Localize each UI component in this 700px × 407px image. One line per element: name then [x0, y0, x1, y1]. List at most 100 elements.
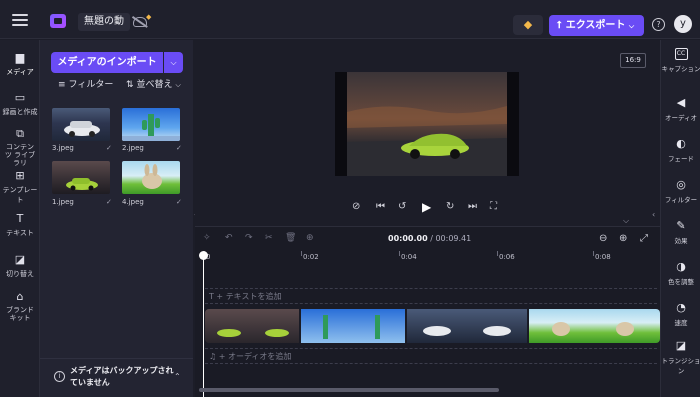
- timecode: 00:00.00 / 00:09.41: [388, 234, 472, 243]
- magic-icon[interactable]: ✧: [203, 233, 211, 243]
- panel-item-captions[interactable]: CC キャプション: [661, 48, 700, 73]
- sidebar-item-record[interactable]: ▭ 録画と作成: [0, 92, 40, 117]
- ruler-tick: [593, 251, 594, 256]
- panel-item-filters[interactable]: ◎ フィルター: [661, 179, 700, 205]
- media-thumbnail-3[interactable]: [52, 108, 110, 141]
- clip-1[interactable]: [205, 309, 301, 343]
- sidebar-item-media[interactable]: ▆ メディア: [0, 52, 40, 77]
- sort-button[interactable]: ⇅ 並べ替え ⌵: [126, 80, 186, 91]
- backup-warning[interactable]: i メディアはバックアップされていません ⌃: [40, 358, 193, 397]
- sidebar-item-templates[interactable]: ⊞ テンプレート: [0, 170, 40, 205]
- premium-gem-button[interactable]: ◆: [513, 15, 543, 35]
- color-adjust-icon: ◑: [676, 260, 686, 273]
- video-preview[interactable]: [335, 72, 519, 176]
- media-filename: 2.jpeg: [122, 144, 144, 152]
- video-camera-icon: ▭: [14, 91, 26, 104]
- clip-4[interactable]: [529, 309, 660, 343]
- media-thumbnail-2[interactable]: [122, 108, 180, 141]
- text-track[interactable]: T + テキストを追加: [205, 288, 657, 304]
- timeline-scrollbar[interactable]: [199, 388, 499, 392]
- library-icon: ⧉: [16, 127, 24, 140]
- media-thumbnail-4[interactable]: [122, 161, 180, 194]
- panel-item-label: オーディオ: [664, 114, 698, 122]
- playhead-handle[interactable]: [199, 251, 208, 260]
- export-label: エクスポート: [565, 20, 626, 31]
- zoom-out-icon[interactable]: ⊖: [599, 233, 607, 244]
- upload-icon: ⭡: [557, 20, 562, 31]
- zoom-in-icon[interactable]: ⊕: [619, 233, 627, 244]
- chevron-down-icon: ⌵: [175, 81, 181, 89]
- panel-item-transition[interactable]: ◪ トランジション: [661, 340, 700, 376]
- media-filename: 1.jpeg: [52, 198, 74, 206]
- hamburger-menu-icon[interactable]: [12, 14, 28, 26]
- filter-label: フィルター: [68, 80, 114, 90]
- clip-3[interactable]: [407, 309, 529, 343]
- undo-icon[interactable]: ↶: [225, 233, 233, 243]
- forward-5-icon[interactable]: ↻: [446, 200, 454, 214]
- sidebar-item-brand-kit[interactable]: ⌂ ブランド キット: [0, 291, 40, 323]
- sidebar-item-text[interactable]: T テキスト: [0, 213, 40, 238]
- export-button[interactable]: ⭡ エクスポート ⌵: [549, 15, 644, 36]
- chevron-up-icon[interactable]: ⌃: [174, 372, 181, 381]
- redo-icon[interactable]: ↷: [245, 233, 253, 243]
- scissors-icon[interactable]: ✂: [265, 233, 273, 243]
- audio-track[interactable]: ♫ + オーディオを追加: [205, 348, 657, 364]
- time-ruler[interactable]: 0 0:02 0:04 0:06 0:08: [195, 251, 660, 265]
- checkmark-icon: ✓: [176, 198, 182, 206]
- sidebar-item-content-library[interactable]: ⧉ コンテンツ ライブラリ: [0, 127, 40, 168]
- timeline-toolbar: ✧ ↶ ↷ ✂ 🗑︎ ⊕ 00:00.00 / 00:09.41 ⊖ ⊕ ⤢: [195, 227, 660, 251]
- sidebar-item-label: メディア: [6, 68, 34, 76]
- panel-item-color[interactable]: ◑ 色を調整: [661, 260, 700, 287]
- import-media-button[interactable]: メディアのインポート: [51, 52, 163, 73]
- captions-icon: CC: [674, 48, 688, 60]
- clip-2[interactable]: [301, 309, 407, 343]
- cloud-sync-off-icon[interactable]: [133, 17, 147, 27]
- fit-timeline-icon[interactable]: ⤢: [640, 233, 648, 244]
- preview-area: 16:9 ⊘ ⏮ ↺ ▶ ↻ ⏭ ⛶ ⌵: [195, 40, 660, 226]
- premium-badge-icon: ◆: [146, 13, 152, 21]
- ruler-tick: [497, 251, 498, 256]
- skip-back-icon[interactable]: ⏮: [376, 200, 385, 214]
- sidebar-item-label: テンプレート: [2, 186, 38, 204]
- sidebar-item-label: ブランド キット: [6, 306, 34, 322]
- sort-arrows-icon: ⇅: [126, 80, 134, 90]
- project-title-input[interactable]: 無題の動: [78, 13, 130, 31]
- speedometer-icon: ◔: [676, 301, 686, 314]
- right-properties-panel: CC キャプション ◀ オーディオ ◐ フェード ◎ フィルター ✎ 効果 ◑ …: [660, 40, 700, 397]
- template-grid-icon: ⊞: [15, 169, 25, 182]
- playhead[interactable]: [203, 255, 204, 397]
- panel-item-speed[interactable]: ◔ 速度: [661, 301, 700, 328]
- collapse-right-panel-icon[interactable]: ‹: [652, 210, 655, 219]
- fullscreen-icon[interactable]: ⛶: [490, 200, 497, 214]
- preview-frame-image: [347, 72, 507, 176]
- panel-item-effects[interactable]: ✎ 効果: [661, 220, 700, 246]
- delete-icon[interactable]: 🗑︎: [285, 233, 296, 243]
- panel-item-label: 色を調整: [668, 278, 694, 286]
- import-options-chevron-icon[interactable]: ⌵: [164, 52, 183, 73]
- media-thumbnail-1[interactable]: [52, 161, 110, 194]
- rewind-5-icon[interactable]: ↺: [398, 200, 406, 214]
- skip-forward-icon[interactable]: ⏭: [468, 200, 477, 214]
- checkmark-icon: ✓: [106, 144, 112, 152]
- panel-item-label: トランジション: [661, 357, 700, 375]
- panel-item-audio[interactable]: ◀ オーディオ: [661, 97, 700, 123]
- user-avatar[interactable]: y: [674, 15, 692, 33]
- folder-icon: ▆: [15, 51, 25, 64]
- ruler-label: 0:08: [595, 253, 611, 261]
- help-icon[interactable]: ?: [652, 18, 665, 31]
- aspect-ratio-button[interactable]: 16:9: [620, 53, 646, 68]
- collapse-preview-icon[interactable]: ⌵: [623, 216, 629, 226]
- left-sidebar: ▆ メディア ▭ 録画と作成 ⧉ コンテンツ ライブラリ ⊞ テンプレート T …: [0, 40, 40, 397]
- play-icon[interactable]: ▶: [422, 200, 431, 214]
- ruler-tick: [399, 251, 400, 256]
- panel-item-fade[interactable]: ◐ フェード: [661, 138, 700, 164]
- panel-item-label: キャプション: [661, 65, 700, 73]
- captions-off-icon[interactable]: ⊘: [352, 200, 360, 214]
- add-clip-icon[interactable]: ⊕: [306, 233, 314, 243]
- panel-item-label: フェード: [668, 155, 694, 163]
- filter-button[interactable]: ≡ フィルター: [58, 80, 118, 91]
- text-icon: T: [209, 292, 214, 301]
- green-car-image: [66, 178, 98, 191]
- sidebar-item-transitions[interactable]: ◪ 切り替え: [0, 254, 40, 279]
- media-panel: メディアのインポート ⌵ ≡ フィルター ⇅ 並べ替え ⌵ 3.jpeg ✓ 2.j…: [40, 40, 193, 397]
